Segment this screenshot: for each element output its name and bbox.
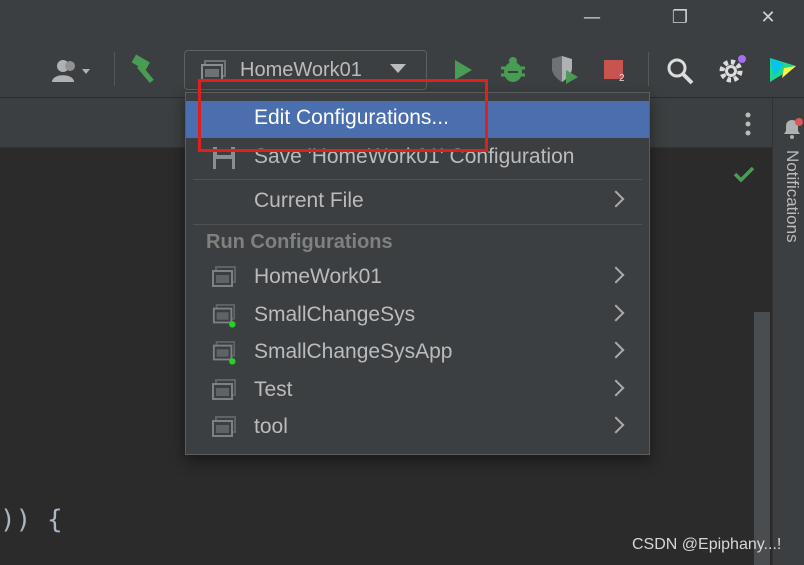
stop-icon[interactable]: 2 (600, 56, 632, 88)
menu-item-config-test[interactable]: Test (186, 373, 649, 410)
settings-icon[interactable] (716, 54, 748, 86)
toolbar-separator (114, 52, 115, 86)
chevron-right-icon (607, 304, 625, 322)
menu-item-config-tool[interactable]: tool (186, 410, 649, 447)
chevron-right-icon (607, 416, 625, 434)
run-config-running-icon (212, 304, 236, 328)
run-config-icon (212, 379, 236, 400)
run-config-icon (212, 416, 236, 437)
watermark: CSDN @Epiphany...! (632, 536, 782, 553)
menu-item-label: SmallChangeSysApp (254, 340, 453, 363)
notifications-tab[interactable]: Notifications (780, 150, 804, 280)
chevron-right-icon (607, 190, 625, 208)
search-icon[interactable] (665, 56, 695, 86)
editor-scrollbar[interactable] (754, 312, 770, 565)
run-config-running-icon (212, 341, 236, 365)
inspection-ok-icon (732, 164, 756, 184)
title-bar: — ❐ ✕ (0, 0, 804, 42)
user-icon[interactable] (48, 56, 100, 86)
build-hammer-icon[interactable] (130, 54, 164, 86)
menu-item-label: SmallChangeSys (254, 303, 416, 326)
minimize-icon: — (583, 6, 601, 28)
jetbrains-toolbox-icon[interactable] (766, 54, 800, 86)
code-line: )) { (0, 505, 63, 535)
menu-item-config-homework01[interactable]: HomeWork01 (186, 260, 649, 297)
run-configurations-header: Run Configurations (206, 231, 393, 253)
menu-item-config-smallchangesys[interactable]: SmallChangeSys (186, 298, 649, 335)
more-options-icon[interactable] (744, 112, 752, 136)
chevron-right-icon (607, 266, 625, 284)
notifications-label: Notifications (783, 150, 802, 243)
restore-button[interactable]: ❐ (660, 4, 700, 30)
menu-item-label: Test (254, 378, 293, 401)
close-button[interactable]: ✕ (748, 4, 788, 30)
stop-badge: 2 (619, 73, 625, 84)
annotation-highlight-box (198, 79, 488, 152)
chevron-right-icon (607, 379, 625, 397)
close-icon: ✕ (760, 6, 776, 28)
menu-item-label: HomeWork01 (254, 265, 382, 288)
menu-item-config-smallchangesysapp[interactable]: SmallChangeSysApp (186, 335, 649, 372)
debug-icon[interactable] (498, 54, 528, 86)
menu-item-label: Current File (254, 189, 364, 212)
menu-item-label: tool (254, 415, 288, 438)
chevron-right-icon (607, 341, 625, 359)
notifications-bell-icon[interactable] (780, 116, 804, 140)
menu-separator (193, 179, 642, 180)
chevron-down-icon (390, 64, 406, 73)
menu-separator (193, 224, 642, 225)
run-config-icon (212, 266, 236, 287)
toolbar-separator (648, 52, 649, 86)
menu-item-current-file[interactable]: Current File (186, 184, 649, 221)
restore-icon: ❐ (671, 6, 689, 28)
minimize-button[interactable]: — (572, 4, 612, 30)
coverage-icon[interactable] (548, 54, 580, 86)
